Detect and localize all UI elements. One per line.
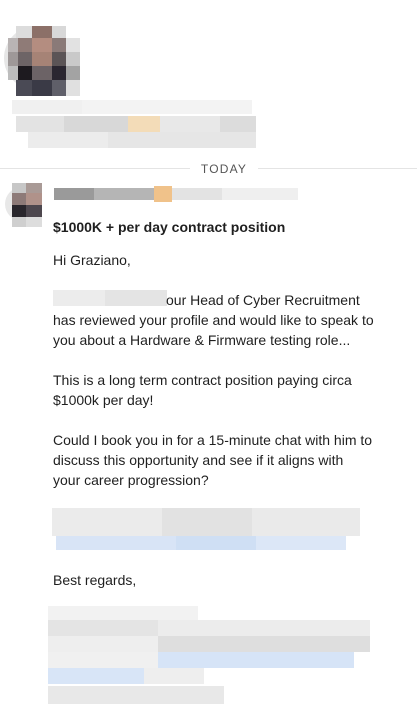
- sender-avatar-small[interactable]: [5, 183, 50, 227]
- sender-avatar-large[interactable]: [4, 26, 80, 98]
- message-para1-line3: you about a Hardware & Firmware testing …: [53, 332, 351, 348]
- message-para3-line1: Could I book you in for a 15-minute chat…: [53, 432, 373, 448]
- message-para2-line1: This is a long term contract position pa…: [53, 372, 352, 388]
- message-signoff: Best regards,: [53, 572, 137, 588]
- redacted-sender-intro: [53, 290, 167, 306]
- redacted-signature: [46, 606, 372, 710]
- message-subject: $1000K + per day contract position: [53, 219, 286, 235]
- message-para3-line2: discuss this opportunity and see if it a…: [53, 452, 344, 468]
- message-para1-line2: has reviewed your profile and would like…: [53, 312, 374, 328]
- redacted-link[interactable]: [52, 508, 362, 552]
- message-para3-line3: your career progression?: [53, 472, 209, 488]
- date-divider-label: TODAY: [190, 160, 258, 178]
- message-para1-line1: our Head of Cyber Recruitment: [166, 292, 360, 308]
- message-para2-line2: $1000k per day!: [53, 392, 154, 408]
- message-greeting: Hi Graziano,: [53, 252, 131, 268]
- redacted-header-info: [0, 96, 300, 156]
- redacted-sender-name: [54, 186, 304, 204]
